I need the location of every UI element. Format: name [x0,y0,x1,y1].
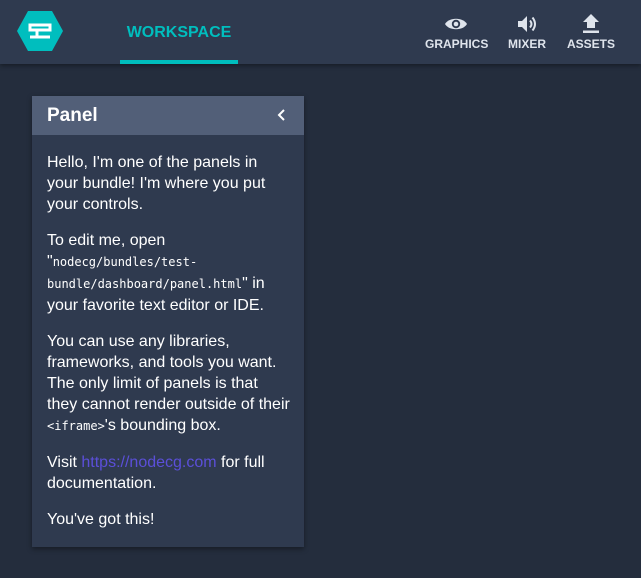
active-tab-indicator [120,60,238,64]
dashboard-panel: Panel Hello, I'm one of the panels in yo… [32,96,304,547]
panel-content: Hello, I'm one of the panels in your bun… [47,152,292,545]
graphics-label: GRAPHICS [425,37,489,51]
docs-text: Visit https://nodecg.com for full docume… [47,452,292,494]
mixer-button[interactable]: MIXER [507,14,547,54]
eye-icon [445,18,467,30]
iframe-code: <iframe> [47,419,105,433]
nodecg-logo[interactable] [17,10,63,52]
libraries-text-prefix: You can use any libraries, frameworks, a… [47,333,290,413]
libraries-text-suffix: 's bounding box. [104,417,221,434]
panel-title: Panel [47,105,98,126]
upload-icon [583,14,599,33]
libraries-text: You can use any libraries, frameworks, a… [47,331,292,437]
nodecg-docs-link[interactable]: https://nodecg.com [81,454,216,471]
assets-button[interactable]: ASSETS [567,14,615,54]
volume-icon [518,16,536,32]
assets-label: ASSETS [567,37,616,51]
panel-header: Panel [32,96,304,135]
file-path-code: nodecg/bundles/test-bundle/dashboard/pan… [47,255,243,291]
docs-text-prefix: Visit [47,454,82,471]
graphics-button[interactable]: GRAPHICS [425,14,489,54]
tab-workspace-label: WORKSPACE [126,24,232,41]
tab-workspace[interactable]: WORKSPACE [120,0,238,64]
mixer-label: MIXER [507,37,546,51]
intro-text: Hello, I'm one of the panels in your bun… [47,154,266,213]
chevron-left-icon[interactable] [274,107,290,123]
top-app-bar: WORKSPACE GRAPHICS MIXER ASSETS [0,0,641,64]
edit-instructions: To edit me, open "nodecg/bundles/test-bu… [47,230,292,316]
encouragement-text: You've got this! [47,511,155,528]
